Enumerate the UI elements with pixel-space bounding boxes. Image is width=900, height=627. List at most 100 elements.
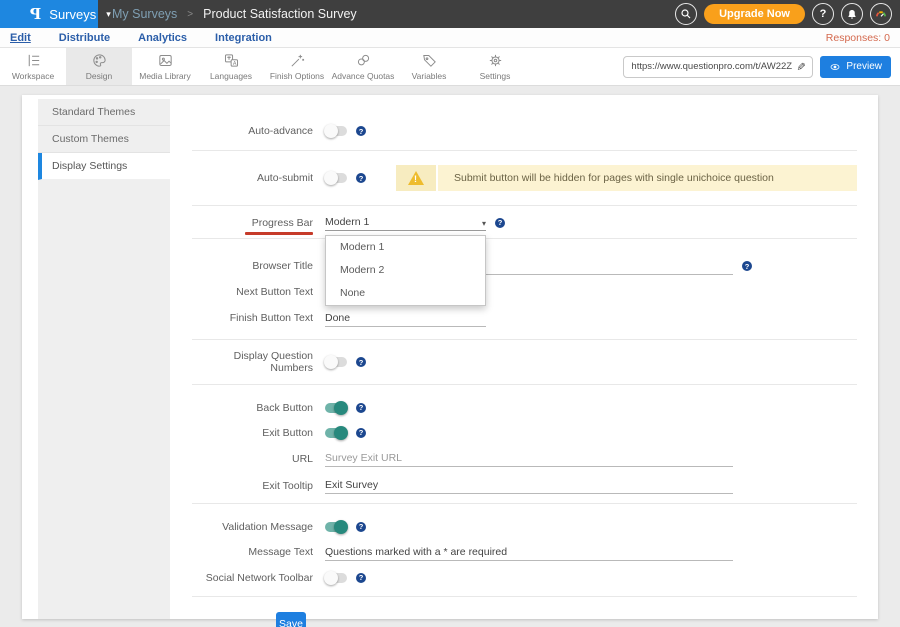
product-name: Surveys <box>49 7 96 22</box>
workspace-icon <box>25 52 42 69</box>
toolbar-label: Settings <box>480 71 511 81</box>
help-icon[interactable]: ? <box>356 126 366 136</box>
preview-button[interactable]: Preview <box>820 56 891 78</box>
message-text-input[interactable]: Questions marked with a * are required <box>325 544 733 561</box>
save-button[interactable]: Save <box>276 612 306 627</box>
toolbar-label: Media Library <box>139 71 191 81</box>
text-fields-section: Browser Title ? Next Button Text Next Fi… <box>192 238 857 339</box>
gauge-icon <box>874 7 888 21</box>
help-icon[interactable]: ? <box>742 261 752 271</box>
display-question-numbers-toggle[interactable] <box>325 357 347 367</box>
help-icon[interactable]: ? <box>356 573 366 583</box>
upgrade-now-button[interactable]: Upgrade Now <box>704 4 805 24</box>
help-icon[interactable]: ? <box>356 357 366 367</box>
responses-count[interactable]: Responses: 0 <box>826 32 890 44</box>
exit-tooltip-input[interactable]: Exit Survey <box>325 477 733 494</box>
nav-tab-integration[interactable]: Integration <box>215 32 272 44</box>
help-icon[interactable]: ? <box>356 522 366 532</box>
breadcrumb: My Surveys > Product Satisfaction Survey <box>112 7 357 21</box>
toolbar-item-advance-quotas[interactable]: Advance Quotas <box>330 48 396 85</box>
sidebar-item-standard-themes[interactable]: Standard Themes <box>38 99 170 126</box>
finish-button-text-input[interactable]: Done <box>325 310 486 327</box>
search-button[interactable] <box>675 3 697 25</box>
warning-triangle-icon: ! <box>408 171 424 185</box>
toolbar-item-languages[interactable]: A Languages <box>198 48 264 85</box>
exit-tooltip-label: Exit Tooltip <box>192 480 313 492</box>
back-button-toggle[interactable] <box>325 403 347 413</box>
help-icon[interactable]: ? <box>356 403 366 413</box>
svg-text:A: A <box>232 61 236 67</box>
eye-icon <box>829 61 841 73</box>
warning-text: Submit button will be hidden for pages w… <box>438 172 774 184</box>
chevron-down-icon: ▾ <box>482 219 486 228</box>
progress-bar-dropdown: Modern 1 Modern 2 None <box>325 235 486 306</box>
dropdown-option-modern-2[interactable]: Modern 2 <box>326 259 485 282</box>
browser-title-label: Browser Title <box>192 260 313 272</box>
red-underline-annotation <box>245 232 313 235</box>
surveys-product-menu[interactable]: P Surveys ▾ <box>0 0 98 28</box>
toolbar-label: Variables <box>412 71 447 81</box>
breadcrumb-separator: > <box>187 9 193 20</box>
validation-message-label: Validation Message <box>192 521 313 533</box>
navigation-buttons-section: Back Button ? Exit Button ? URL Survey E <box>192 384 857 503</box>
design-palette-icon <box>91 52 108 69</box>
media-library-icon <box>157 52 174 69</box>
notifications-button[interactable] <box>841 3 863 25</box>
auto-submit-toggle[interactable] <box>325 173 347 183</box>
auto-submit-warning: ! Submit button will be hidden for pages… <box>396 165 857 191</box>
message-text-label: Message Text <box>192 546 313 558</box>
sidebar-item-display-settings[interactable]: Display Settings <box>38 153 170 180</box>
nav-tab-edit[interactable]: Edit <box>10 32 31 44</box>
help-icon[interactable]: ? <box>356 428 366 438</box>
chevron-down-icon: ▾ <box>106 9 111 20</box>
toolbar-item-design[interactable]: Design <box>66 48 132 85</box>
help-icon[interactable]: ? <box>356 173 366 183</box>
validation-section: Validation Message ? Message Text Questi… <box>192 503 857 596</box>
survey-url-input[interactable] <box>631 61 792 72</box>
exit-button-toggle[interactable] <box>325 428 347 438</box>
exit-url-input[interactable]: Survey Exit URL <box>325 450 733 467</box>
toolbar-right: ✎ Preview <box>623 48 900 85</box>
magic-wand-icon <box>289 52 306 69</box>
topbar-actions: Upgrade Now ? <box>675 3 900 25</box>
toolbar-item-finish-options[interactable]: Finish Options <box>264 48 330 85</box>
toolbar-label: Finish Options <box>270 71 324 81</box>
help-icon[interactable]: ? <box>495 218 505 228</box>
nav-tab-analytics[interactable]: Analytics <box>138 32 187 44</box>
survey-nav: Edit Distribute Analytics Integration Re… <box>0 28 900 48</box>
toolbar-label: Workspace <box>12 71 54 81</box>
edit-url-icon[interactable]: ✎ <box>794 62 807 71</box>
next-button-text-label: Next Button Text <box>192 286 313 298</box>
languages-icon: A <box>223 52 240 69</box>
back-button-label: Back Button <box>192 402 313 414</box>
toolbar-label: Advance Quotas <box>332 71 395 81</box>
toolbar-item-settings[interactable]: Settings <box>462 48 528 85</box>
preview-label: Preview <box>846 61 882 72</box>
topbar: P Surveys ▾ My Surveys > Product Satisfa… <box>0 0 900 28</box>
progress-bar-select[interactable]: Modern 1 ▾ <box>325 214 486 231</box>
exit-button-label: Exit Button <box>192 427 313 439</box>
social-network-toolbar-toggle[interactable] <box>325 573 347 583</box>
breadcrumb-my-surveys[interactable]: My Surveys <box>112 7 177 21</box>
questionpro-logo: P <box>30 5 41 23</box>
performance-meter-button[interactable] <box>870 3 892 25</box>
help-button[interactable]: ? <box>812 3 834 25</box>
finish-button-text-label: Finish Button Text <box>192 312 313 324</box>
dropdown-option-none[interactable]: None <box>326 282 485 305</box>
auto-advance-section: Auto-advance ? <box>170 95 878 150</box>
validation-message-toggle[interactable] <box>325 522 347 532</box>
bell-icon <box>846 8 858 20</box>
progress-bar-section: Progress Bar Modern 1 ▾ Modern 1 Modern … <box>192 205 857 238</box>
exit-url-label: URL <box>192 453 313 465</box>
sidebar-item-custom-themes[interactable]: Custom Themes <box>38 126 170 153</box>
edit-toolbar: Workspace Design Media Library A Languag… <box>0 48 900 86</box>
questionpro-app: P Surveys ▾ My Surveys > Product Satisfa… <box>0 0 900 627</box>
toolbar-item-workspace[interactable]: Workspace <box>0 48 66 85</box>
toolbar-item-variables[interactable]: Variables <box>396 48 462 85</box>
auto-submit-label: Auto-submit <box>192 172 313 184</box>
dropdown-option-modern-1[interactable]: Modern 1 <box>326 236 485 259</box>
toolbar-item-media-library[interactable]: Media Library <box>132 48 198 85</box>
nav-tab-distribute[interactable]: Distribute <box>59 32 110 44</box>
display-question-numbers-label: Display Question Numbers <box>192 350 313 374</box>
auto-advance-toggle[interactable] <box>325 126 347 136</box>
